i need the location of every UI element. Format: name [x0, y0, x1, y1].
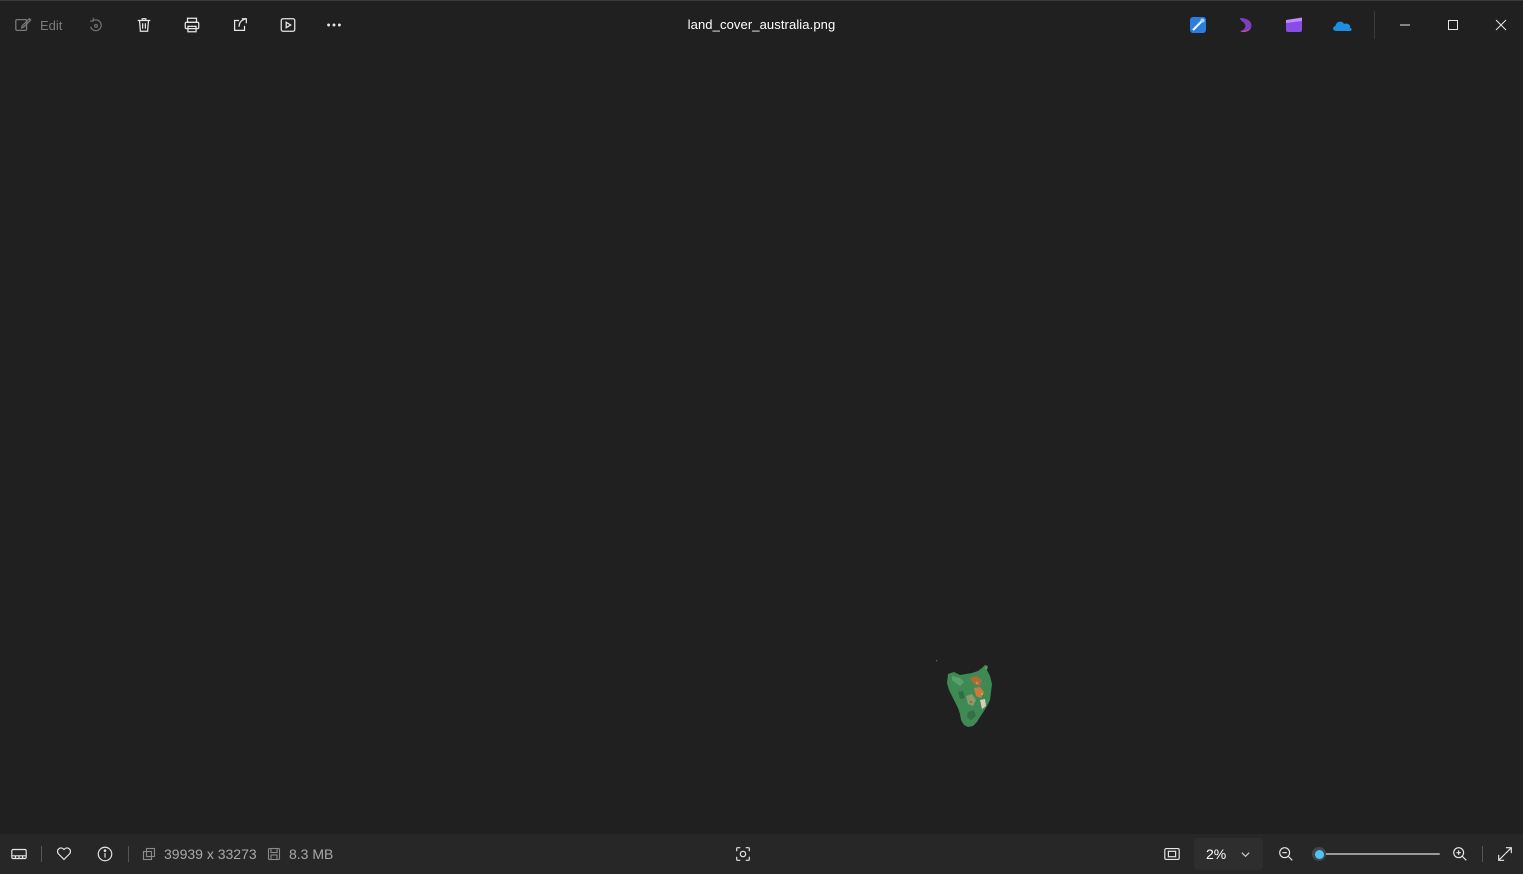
- file-info-button[interactable]: [90, 840, 120, 868]
- file-size-text: 8.3 MB: [289, 846, 334, 862]
- full-screen-button[interactable]: [1490, 840, 1520, 868]
- status-separator: [128, 846, 129, 862]
- image-canvas[interactable]: [0, 48, 1523, 834]
- zoom-value: 2%: [1206, 846, 1227, 862]
- close-icon: [1495, 19, 1507, 31]
- zoom-dropdown[interactable]: 2%: [1194, 838, 1263, 870]
- visual-search-icon: [736, 847, 750, 861]
- dimensions-text: 39939 x 33273: [164, 846, 257, 862]
- minimize-button[interactable]: [1382, 1, 1428, 49]
- chevron-down-icon: [1241, 851, 1250, 857]
- maximize-button[interactable]: [1430, 1, 1476, 49]
- favorite-button[interactable]: [49, 840, 79, 868]
- maximize-icon: [1448, 20, 1458, 30]
- designer-icon[interactable]: [1186, 13, 1210, 37]
- image-dimensions: 39939 x 33273: [142, 846, 257, 862]
- file-size: 8.3 MB: [267, 846, 333, 862]
- clipchamp-swirl-icon[interactable]: [1234, 13, 1258, 37]
- save-icon: [267, 847, 281, 861]
- title-bar: Edit land_cover_australia.png: [0, 0, 1523, 48]
- filmstrip-icon: [11, 848, 27, 860]
- info-icon: [97, 846, 113, 862]
- dimensions-icon: [142, 847, 156, 861]
- status-separator: [1482, 846, 1483, 862]
- fit-to-window-icon: [1164, 848, 1180, 860]
- onedrive-icon[interactable]: [1330, 13, 1354, 37]
- zoom-slider-thumb[interactable]: [1312, 847, 1326, 861]
- zoom-in-icon: [1453, 847, 1467, 861]
- title-bar-divider: [1374, 11, 1375, 39]
- minimize-icon: [1400, 24, 1410, 26]
- zoom-in-button[interactable]: [1445, 840, 1475, 868]
- heart-icon: [56, 847, 72, 861]
- expand-icon: [1498, 847, 1512, 861]
- filmstrip-button[interactable]: [4, 840, 34, 868]
- close-button[interactable]: [1478, 1, 1523, 49]
- visual-search-button[interactable]: [728, 840, 758, 868]
- zoom-slider[interactable]: [1310, 846, 1440, 862]
- zoom-slider-track: [1316, 853, 1440, 855]
- zoom-out-button[interactable]: [1271, 840, 1301, 868]
- status-separator: [41, 846, 42, 862]
- displayed-image: [936, 660, 992, 727]
- fit-to-window-button[interactable]: [1157, 840, 1187, 868]
- clipchamp-icon[interactable]: [1282, 13, 1306, 37]
- status-bar: 39939 x 33273 8.3 MB 2%: [0, 834, 1523, 874]
- zoom-out-icon: [1279, 847, 1293, 861]
